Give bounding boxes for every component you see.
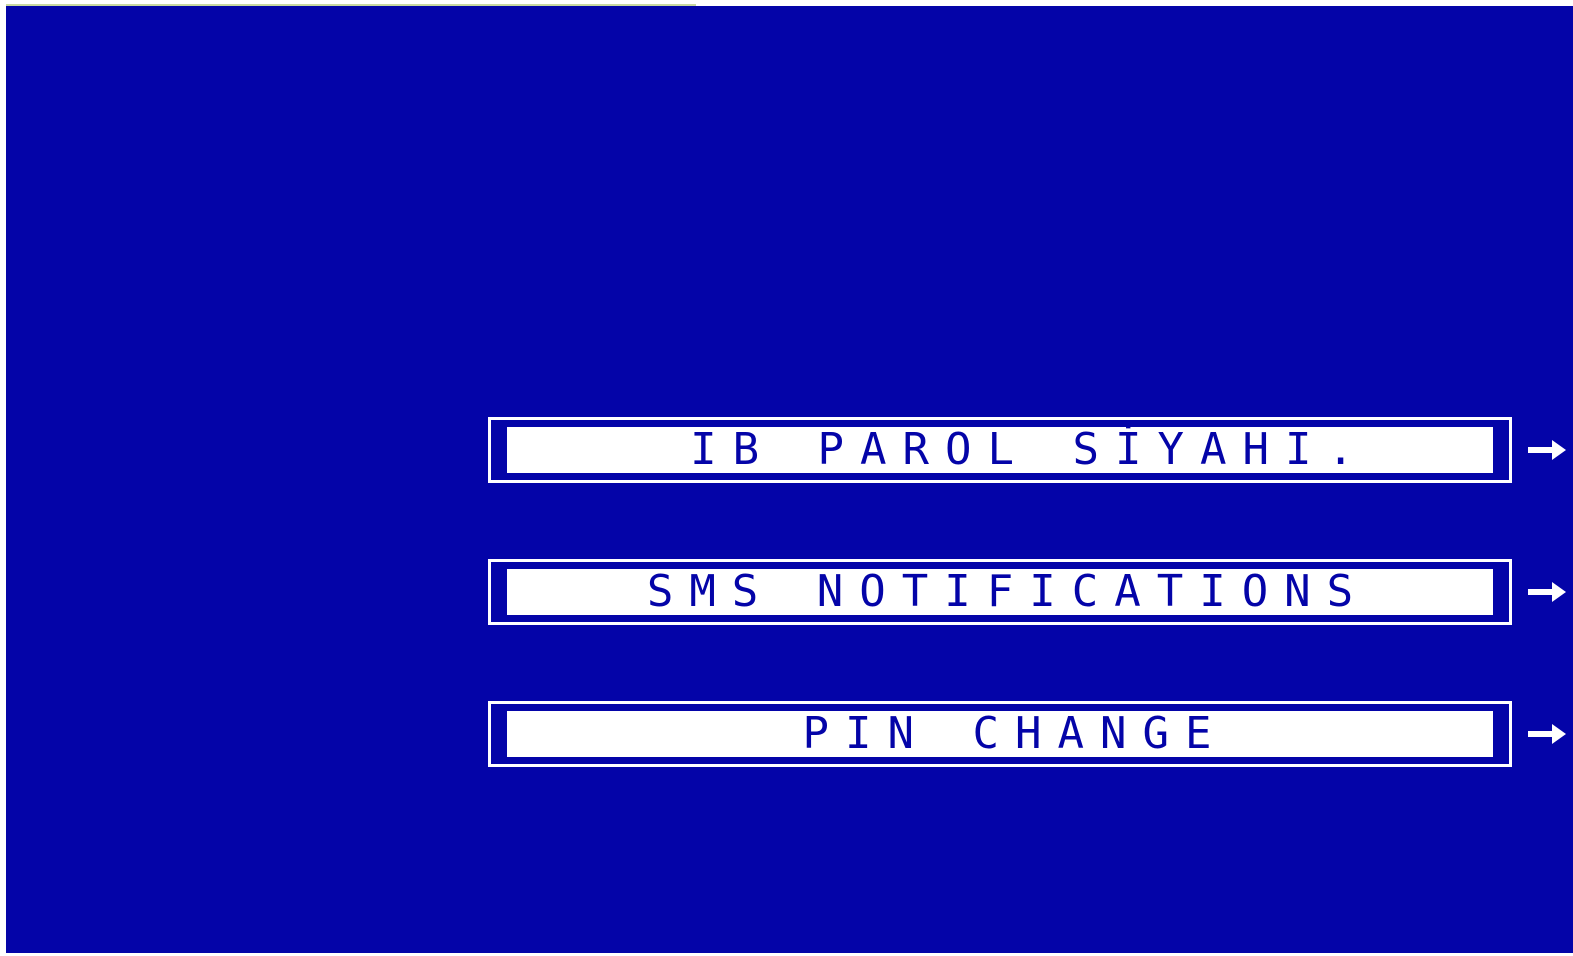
option-panel: SMS NOTIFICATIONS <box>507 569 1493 615</box>
pin-change-option-button[interactable]: PIN CHANGE <box>488 701 1512 767</box>
option-panel: IB PAROL SİYAHI. <box>507 427 1493 473</box>
option-panel: PIN CHANGE <box>507 711 1493 757</box>
arrow-right-icon[interactable] <box>1528 579 1568 605</box>
option-label: SMS NOTIFICATIONS <box>646 566 1370 617</box>
sms-notifications-option-button[interactable]: SMS NOTIFICATIONS <box>488 559 1512 625</box>
option-label: PIN CHANGE <box>802 708 1228 759</box>
option-label: IB PAROL SİYAHI. <box>690 424 1370 475</box>
arrow-right-icon[interactable] <box>1528 437 1568 463</box>
arrow-right-icon[interactable] <box>1528 721 1568 747</box>
ib-password-option-button[interactable]: IB PAROL SİYAHI. <box>488 417 1512 483</box>
